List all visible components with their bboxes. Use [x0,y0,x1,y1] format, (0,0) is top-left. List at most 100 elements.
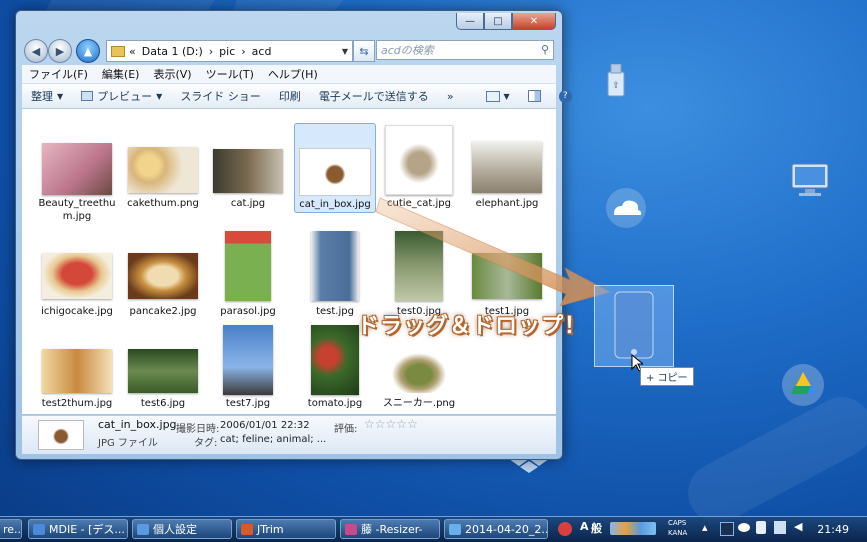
address-part[interactable]: acd [252,45,272,58]
taskbar-item-label: 藤 -Resizer- [361,523,423,536]
address-bar[interactable]: « Data 1 (D:) › pic › acd ▼ [106,40,353,62]
app-icon [33,523,45,535]
command-bar: 整理 ▼ プレビュー ▼ スライド ショー 印刷 電子メールで送信する » ▼ ? [22,84,572,109]
preview-button[interactable]: プレビュー ▼ [72,88,171,104]
tray-device-icon[interactable] [756,521,766,534]
cat-image [395,231,443,301]
address-part: « [129,44,136,58]
list-item[interactable]: test6.jpg [122,337,204,413]
address-part[interactable]: Data 1 (D:) [142,45,203,58]
jeans-image [311,231,359,301]
maximize-button[interactable]: □ [484,13,512,30]
file-name: ichigocake.jpg [41,306,113,317]
refresh-button[interactable]: ⇆ [353,40,375,62]
list-item[interactable]: ichigocake.jpg [36,243,118,319]
menu-view[interactable]: 表示(V) [146,66,198,82]
list-item[interactable]: test7.jpg [207,323,289,413]
print-button[interactable]: 印刷 [270,88,310,104]
list-item[interactable]: elephant.jpg [466,137,548,219]
language-bar-icon[interactable] [558,522,572,536]
cherry-blossom-image [42,143,112,195]
menu-tools[interactable]: ツール(T) [199,66,261,82]
details-tags[interactable]: cat; feline; animal; ... [220,434,326,445]
star-icon[interactable]: ☆ [364,417,375,431]
close-button[interactable]: ✕ [512,13,556,30]
list-item[interactable]: parasol.jpg [207,229,289,319]
list-item[interactable]: Beauty_treethu m.jpg [36,137,118,222]
preview-label: プレビュー [97,90,153,103]
menu-help[interactable]: ヘルプ(H) [261,66,325,82]
star-icon[interactable]: ☆ [375,417,386,431]
address-part[interactable]: pic [219,45,235,58]
ime-kanji[interactable]: 般 [591,520,602,536]
back-button[interactable]: ◀ [24,39,48,63]
taskbar-item[interactable]: re... [0,519,22,539]
app-icon [345,523,357,535]
taskbar-item-label: 個人設定 [153,523,197,536]
ime-mode[interactable]: A [580,520,589,533]
details-date: 2006/01/01 22:32 [220,420,310,431]
star-icon[interactable]: ☆ [407,417,418,431]
file-name: cat.jpg [230,198,266,209]
show-hidden-icons[interactable]: ▴ [702,521,708,534]
taskbar-item[interactable]: 2014-04-20_2... [444,519,548,539]
file-name: parasol.jpg [220,306,276,317]
chevron-down-icon[interactable]: ▼ [342,47,348,56]
forward-button[interactable]: ▶ [48,39,72,63]
list-item[interactable]: test0.jpg [378,229,460,319]
file-name: cutie_cat.jpg [387,198,451,209]
view-options-icon[interactable]: ▼ [477,90,519,102]
ime-tools-icon[interactable] [610,522,656,535]
search-icon[interactable]: ⚲ [541,43,549,56]
details-date-label: 撮影日時: [176,424,220,435]
elephant-image [472,141,542,193]
pancake-image [128,253,198,299]
onedrive-icon[interactable] [604,186,648,230]
preview-icon [81,91,94,101]
minimize-button[interactable]: — [456,13,484,30]
list-item[interactable]: cakethum.png [122,137,204,219]
more-commands-button[interactable]: » [438,90,463,103]
taskbar-item[interactable]: JTrim [236,519,336,539]
file-name: cakethum.png [127,198,199,209]
folder-icon [111,45,125,57]
tomato-image [311,325,359,395]
list-item[interactable]: test2thum.jpg [36,337,118,413]
organize-button[interactable]: 整理 ▼ [22,88,72,104]
tray-app-icon[interactable] [720,522,734,536]
list-item[interactable]: test.jpg [294,229,376,319]
file-name: Beauty_treethu m.jpg [38,198,116,222]
menu-file[interactable]: ファイル(F) [22,66,95,82]
clock[interactable]: 21:49 [817,523,849,536]
network-icon[interactable] [774,521,786,534]
rating-stars[interactable]: ☆☆☆☆☆ [364,417,418,431]
list-item[interactable]: cat.jpg [207,137,289,219]
up-button[interactable]: ▲ [76,39,100,63]
slideshow-button[interactable]: スライド ショー [171,88,270,104]
star-icon[interactable]: ☆ [386,417,397,431]
search-input[interactable]: acdの検索 ⚲ [376,40,554,60]
tray-chat-icon[interactable] [738,523,750,532]
list-item-selected[interactable]: cat_in_box.jpg [294,123,376,213]
google-drive-icon[interactable] [780,362,826,408]
taskbar-item-label: MDIE - [デス... [49,523,125,536]
computer-icon[interactable] [790,162,830,198]
list-item[interactable]: cutie_cat.jpg [378,123,460,219]
help-icon[interactable]: ? [550,89,581,103]
preview-pane-icon[interactable] [519,90,550,102]
taskbar-item-label: JTrim [257,522,284,536]
file-name: tomato.jpg [307,398,363,409]
email-button[interactable]: 電子メールで送信する [310,88,438,104]
kana-indicator: KANA [668,529,688,537]
star-icon[interactable]: ☆ [396,417,407,431]
taskbar-item[interactable]: 個人設定 [132,519,232,539]
taskbar-item[interactable]: 藤 -Resizer- [340,519,440,539]
organize-label: 整理 [31,90,53,103]
menu-edit[interactable]: 編集(E) [95,66,147,82]
list-item[interactable]: pancake2.jpg [122,243,204,319]
cat-image [42,349,112,393]
volume-icon[interactable]: ◀ [794,520,802,533]
strawberry-cake-image [42,253,112,299]
taskbar-item[interactable]: MDIE - [デス... [28,519,128,539]
usb-drive-icon[interactable]: ⇪ [605,63,627,98]
